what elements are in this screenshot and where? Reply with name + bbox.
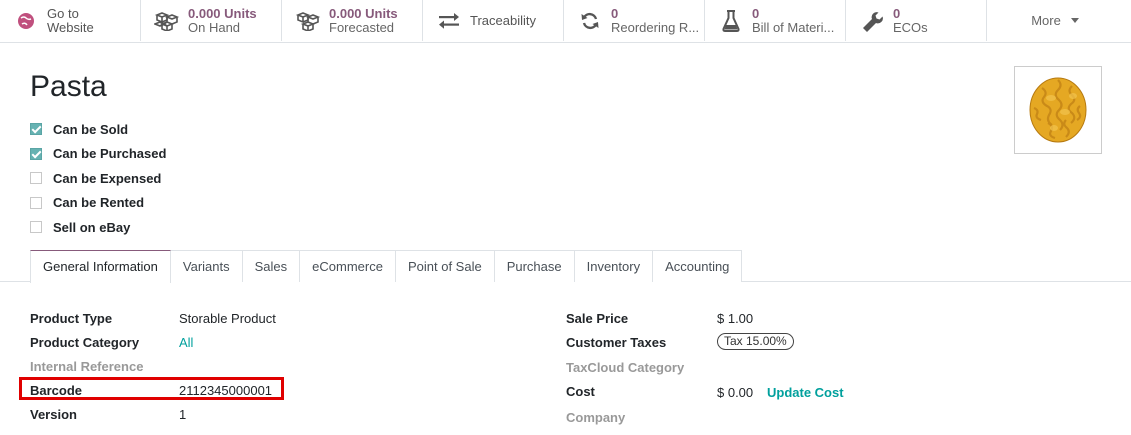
- ecos-value: 0: [893, 5, 901, 21]
- smart-button-bar: Go to Website 0.000 Units On Hand 0.000 …: [0, 0, 1131, 43]
- tab-general-information[interactable]: General Information: [30, 250, 171, 283]
- version-field[interactable]: 1: [179, 407, 186, 422]
- go-to-line2: Website: [47, 19, 94, 35]
- tax-tag[interactable]: Tax 15.00%: [717, 333, 794, 350]
- flask-icon: [718, 9, 744, 33]
- sale-price-field[interactable]: $ 1.00: [717, 311, 753, 326]
- tab-accounting[interactable]: Accounting: [652, 250, 743, 282]
- can-be-rented-label: Can be Rented: [53, 195, 145, 211]
- tab-point-of-sale[interactable]: Point of Sale: [394, 250, 495, 282]
- taxcloud-category-field[interactable]: [717, 360, 1017, 375]
- tab-inventory[interactable]: Inventory: [573, 250, 654, 282]
- more-button[interactable]: More: [987, 0, 1123, 41]
- go-to-website-button[interactable]: Go to Website: [0, 0, 141, 41]
- wrench-icon: [859, 9, 885, 33]
- can-be-purchased-checkbox[interactable]: [30, 147, 42, 160]
- refresh-icon: [577, 9, 603, 33]
- can-be-rented-row[interactable]: Can be Rented: [30, 191, 166, 216]
- notebook-tabs: General Information Variants Sales eComm…: [30, 250, 743, 283]
- forecasted-button[interactable]: 0.000 Units Forecasted: [282, 0, 423, 41]
- exchange-icon: [436, 9, 462, 33]
- product-options: Can be Sold Can be Purchased Can be Expe…: [30, 117, 166, 240]
- can-be-expensed-label: Can be Expensed: [53, 170, 162, 186]
- tab-purchase[interactable]: Purchase: [493, 250, 575, 282]
- product-category-label: Product Category: [30, 335, 140, 350]
- can-be-rented-checkbox[interactable]: [30, 196, 42, 209]
- tab-variants[interactable]: Variants: [169, 250, 243, 282]
- forecasted-value: 0.000 Units: [329, 5, 398, 21]
- more-label: More: [1031, 13, 1061, 28]
- can-be-sold-label: Can be Sold: [53, 121, 129, 137]
- ecos-label: ECOs: [893, 19, 928, 35]
- on-hand-value: 0.000 Units: [188, 5, 257, 21]
- barcode-highlight: [19, 377, 284, 400]
- can-be-sold-checkbox[interactable]: [30, 123, 42, 136]
- sell-on-ebay-row[interactable]: Sell on eBay: [30, 215, 166, 240]
- cubes-icon: [295, 9, 321, 33]
- can-be-expensed-checkbox[interactable]: [30, 172, 42, 185]
- pasta-image: [1029, 77, 1087, 143]
- product-type-field[interactable]: Storable Product: [179, 311, 276, 326]
- update-cost-button[interactable]: Update Cost: [767, 385, 844, 400]
- customer-taxes-label: Customer Taxes: [566, 335, 667, 350]
- company-label: Company: [566, 410, 626, 425]
- on-hand-label: On Hand: [188, 19, 241, 35]
- version-label: Version: [30, 407, 77, 422]
- product-name[interactable]: Pasta: [30, 70, 107, 104]
- internal-reference-label: Internal Reference: [30, 359, 144, 374]
- cubes-icon: [154, 9, 180, 33]
- ecos-button[interactable]: 0 ECOs: [846, 0, 987, 41]
- internal-reference-field[interactable]: [179, 359, 479, 374]
- can-be-purchased-row[interactable]: Can be Purchased: [30, 142, 166, 167]
- reordering-value: 0: [611, 5, 619, 21]
- globe-icon: [13, 9, 39, 33]
- forecasted-label: Forecasted: [329, 19, 395, 35]
- taxcloud-category-label: TaxCloud Category: [566, 360, 685, 375]
- cost-label: Cost: [566, 384, 595, 399]
- bom-value: 0: [752, 5, 760, 21]
- sale-price-label: Sale Price: [566, 311, 629, 326]
- tab-sales[interactable]: Sales: [241, 250, 301, 282]
- reordering-label: Reordering R...: [611, 19, 700, 35]
- reordering-rules-button[interactable]: 0 Reordering R...: [564, 0, 705, 41]
- on-hand-button[interactable]: 0.000 Units On Hand: [141, 0, 282, 41]
- can-be-purchased-label: Can be Purchased: [53, 146, 167, 162]
- go-to-line1: Go to: [47, 5, 79, 21]
- tab-ecommerce[interactable]: eCommerce: [299, 250, 396, 282]
- can-be-expensed-row[interactable]: Can be Expensed: [30, 166, 166, 191]
- traceability-button[interactable]: Traceability: [423, 0, 564, 41]
- sell-on-ebay-label: Sell on eBay: [53, 219, 131, 235]
- product-type-label: Product Type: [30, 311, 113, 326]
- cost-field[interactable]: $ 0.00: [717, 385, 753, 400]
- traceability-label: Traceability: [470, 12, 536, 28]
- company-field[interactable]: [717, 410, 1017, 425]
- sell-on-ebay-checkbox[interactable]: [30, 221, 42, 234]
- product-image[interactable]: [1014, 66, 1102, 154]
- bom-label: Bill of Materi...: [752, 19, 835, 35]
- product-category-field[interactable]: All: [179, 335, 193, 350]
- bill-of-materials-button[interactable]: 0 Bill of Materi...: [705, 0, 846, 41]
- can-be-sold-row[interactable]: Can be Sold: [30, 117, 166, 142]
- caret-down-icon: [1070, 18, 1079, 23]
